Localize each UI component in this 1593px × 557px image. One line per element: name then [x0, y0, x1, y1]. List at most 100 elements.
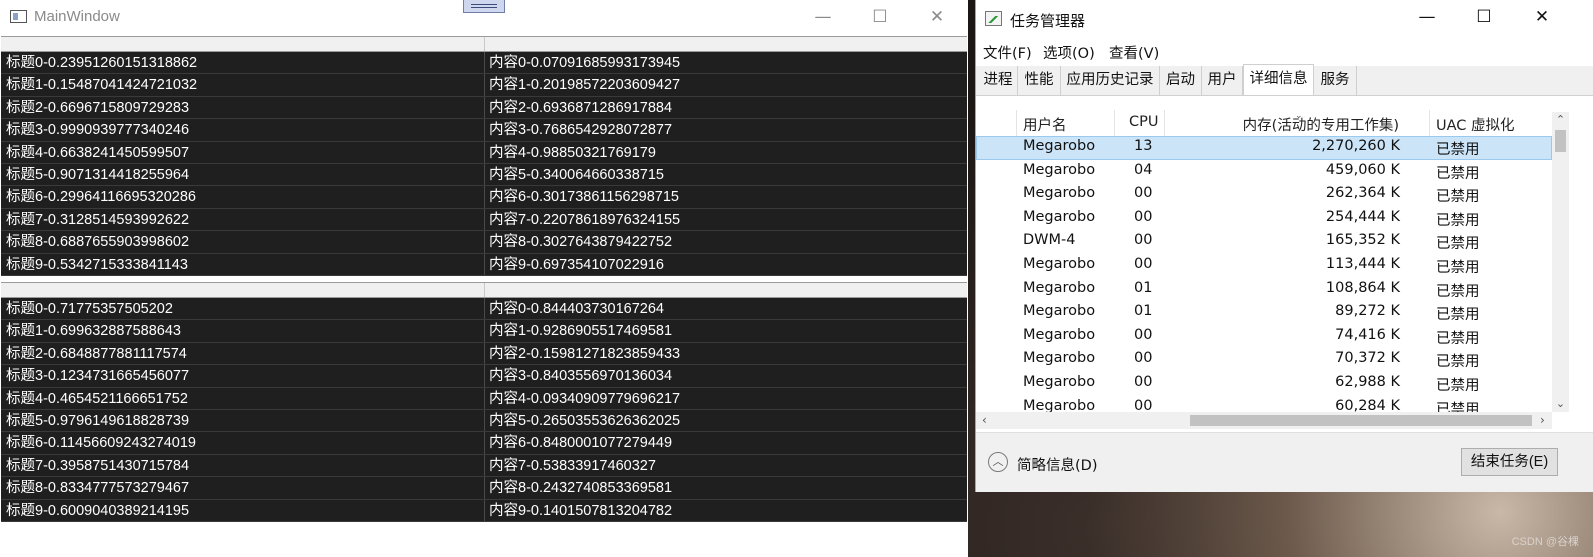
memory-cell: 89,272 K [1335, 303, 1400, 320]
menu-view[interactable]: 查看(V) [1109, 42, 1159, 63]
tab-performance[interactable]: 性能 [1018, 66, 1061, 95]
memory-cell: 70,372 K [1335, 350, 1400, 367]
process-row[interactable]: Megarobo 01 89,272 K 已禁用 [976, 301, 1552, 325]
column-divider [484, 208, 485, 231]
column-divider[interactable] [484, 37, 485, 51]
grid-row[interactable]: 标题7-0.3958751430715784 内容7-0.538339174603… [1, 454, 967, 478]
tab-app-history[interactable]: 应用历史记录 [1061, 66, 1160, 95]
minimize-button[interactable]: — [1404, 0, 1450, 36]
grid-row[interactable]: 标题6-0.29964116695320286 内容6-0.30173861156… [1, 186, 967, 209]
content-cell: 内容8-0.3027643879422752 [489, 234, 673, 251]
tab-users[interactable]: 用户 [1202, 66, 1243, 95]
column-divider [484, 253, 485, 275]
grid-row[interactable]: 标题8-0.6887655903998602 内容8-0.302764387942… [1, 231, 967, 254]
scroll-left-icon[interactable]: ‹ [982, 412, 987, 429]
memory-cell: 459,060 K [1325, 161, 1400, 178]
grid-row[interactable]: 标题5-0.9071314418255964 内容5-0.340064660338… [1, 163, 967, 187]
memory-cell: 262,364 K [1325, 185, 1400, 202]
grid-row[interactable]: 标题2-0.6696715809729283 内容2-0.693687128691… [1, 96, 967, 120]
process-row[interactable]: Megarobo 00 74,416 K 已禁用 [976, 325, 1552, 349]
drag-handle-button[interactable] [463, 0, 505, 13]
grid-row[interactable]: 标题1-0.15487041424721032 内容1-0.20198572203… [1, 74, 967, 97]
chevron-up-icon[interactable]: ︿ [988, 452, 1008, 472]
process-row[interactable]: Megarobo 13 2,270,260 K 已禁用 [976, 136, 1552, 160]
tab-processes[interactable]: 进程 [979, 66, 1018, 95]
end-task-button[interactable]: 结束任务(E) [1461, 448, 1558, 476]
grid-row[interactable]: 标题9-0.5342715333841143 内容9-0.697354107022… [1, 253, 967, 276]
user-cell: Megarobo [1023, 373, 1096, 390]
cpu-cell: 00 [1134, 208, 1153, 225]
fewer-details-link[interactable]: 简略信息(D) [1017, 454, 1097, 475]
process-row[interactable]: Megarobo 00 113,444 K 已禁用 [976, 254, 1552, 278]
user-cell: Megarobo [1023, 279, 1096, 296]
content-cell: 内容7-0.22078618976324155 [489, 211, 681, 228]
grid-row[interactable]: 标题4-0.4654521166651752 内容4-0.093409097796… [1, 387, 967, 410]
process-row[interactable]: Megarobo 00 254,444 K 已禁用 [976, 207, 1552, 231]
column-header-uac[interactable]: UAC 虚拟化 [1436, 114, 1515, 135]
grid-row[interactable]: 标题9-0.6009040389214195 内容9-0.140150781320… [1, 499, 967, 522]
tab-startup[interactable]: 启动 [1160, 66, 1202, 95]
scroll-down-icon[interactable]: ⌄ [1552, 397, 1569, 410]
grid-row[interactable]: 标题3-0.1234731665456077 内容3-0.840355697013… [1, 365, 967, 388]
data-grid-2[interactable]: 标题0-0.71775357505202 内容0-0.84440373016726… [1, 282, 967, 522]
process-row[interactable]: Megarobo 00 60,284 K 已禁用 [976, 396, 1552, 412]
memory-cell: 108,864 K [1325, 279, 1400, 296]
details-table-header: 用户名 CPU 内存(活动的专用工作集) UAC 虚拟化 [976, 110, 1551, 137]
content-cell: 内容9-0.697354107022916 [489, 256, 664, 273]
cpu-cell: 04 [1134, 161, 1153, 178]
column-header-memory[interactable]: 内存(活动的专用工作集) [1243, 114, 1399, 135]
column-divider[interactable] [1164, 110, 1165, 136]
column-divider[interactable] [1016, 110, 1017, 136]
vertical-scrollbar[interactable]: ⌃ ⌄ [1552, 112, 1569, 412]
main-window-titlebar[interactable]: MainWindow — ☐ ✕ [0, 0, 968, 36]
column-header-cpu[interactable]: CPU [1129, 114, 1158, 130]
scroll-up-icon[interactable]: ⌃ [1552, 113, 1569, 126]
menu-options[interactable]: 选项(O) [1043, 42, 1095, 63]
grid-row[interactable]: 标题1-0.699632887588643 内容1-0.9286905517469… [1, 320, 967, 343]
grid-row[interactable]: 标题5-0.9796149618828739 内容5-0.265035536263… [1, 409, 967, 433]
process-row[interactable]: Megarobo 01 108,864 K 已禁用 [976, 278, 1552, 302]
data-grid-1[interactable]: 标题0-0.23951260151318862 内容0-0.07091685993… [1, 36, 967, 276]
memory-cell: 254,444 K [1325, 208, 1400, 225]
grid-row[interactable]: 标题4-0.6638241450599507 内容4-0.988503217691… [1, 141, 967, 164]
maximize-button[interactable]: ☐ [857, 0, 903, 36]
grid-header[interactable] [1, 36, 967, 52]
menu-file[interactable]: 文件(F) [983, 42, 1032, 63]
grid-row[interactable]: 标题8-0.8334777573279467 内容8-0.243274085336… [1, 477, 967, 500]
column-divider[interactable] [484, 283, 485, 297]
process-row[interactable]: DWM-4 00 165,352 K 已禁用 [976, 230, 1552, 254]
main-window: MainWindow — ☐ ✕ 标题0-0.23951260151318862… [0, 0, 968, 557]
scrollbar-thumb[interactable] [1555, 130, 1566, 152]
title-cell: 标题6-0.11456609243274019 [6, 435, 197, 452]
maximize-button[interactable]: ☐ [1461, 0, 1507, 36]
details-table-body: Megarobo 13 2,270,260 K 已禁用 Megarobo 04 459,06… [976, 136, 1552, 412]
column-divider [484, 163, 485, 186]
tab-details[interactable]: 详细信息 [1243, 64, 1314, 95]
cpu-cell: 01 [1134, 303, 1153, 320]
grid-row[interactable]: 标题0-0.71775357505202 内容0-0.84440373016726… [1, 298, 967, 321]
content-cell: 内容3-0.7686542928072877 [489, 122, 673, 139]
grid-row[interactable]: 标题0-0.23951260151318862 内容0-0.07091685993… [1, 52, 967, 75]
grid-row[interactable]: 标题2-0.6848877881117574 内容2-0.159812718238… [1, 342, 967, 366]
column-divider [484, 499, 485, 521]
grid-body: 标题0-0.71775357505202 内容0-0.84440373016726… [1, 298, 967, 522]
scroll-right-icon[interactable]: › [1540, 412, 1545, 429]
close-button[interactable]: ✕ [914, 0, 960, 36]
process-row[interactable]: Megarobo 00 70,372 K 已禁用 [976, 348, 1552, 372]
process-row[interactable]: Megarobo 00 262,364 K 已禁用 [976, 183, 1552, 207]
scrollbar-thumb[interactable] [1190, 415, 1532, 426]
close-button[interactable]: ✕ [1519, 0, 1565, 36]
process-row[interactable]: Megarobo 00 62,988 K 已禁用 [976, 372, 1552, 396]
minimize-button[interactable]: — [800, 0, 846, 36]
title-cell: 标题1-0.15487041424721032 [6, 77, 198, 94]
grid-header[interactable] [1, 282, 967, 298]
tab-services[interactable]: 服务 [1314, 66, 1357, 95]
horizontal-scrollbar[interactable]: ‹ › [976, 412, 1552, 429]
grid-row[interactable]: 标题3-0.9990939777340246 内容3-0.768654292807… [1, 119, 967, 142]
column-divider[interactable] [1429, 110, 1430, 136]
grid-row[interactable]: 标题7-0.3128514593992622 内容7-0.220786189763… [1, 208, 967, 232]
process-row[interactable]: Megarobo 04 459,060 K 已禁用 [976, 160, 1552, 184]
grid-row[interactable]: 标题6-0.11456609243274019 内容6-0.84800010772… [1, 432, 967, 455]
column-divider[interactable] [1114, 110, 1115, 136]
column-header-user[interactable]: 用户名 [1023, 114, 1067, 135]
